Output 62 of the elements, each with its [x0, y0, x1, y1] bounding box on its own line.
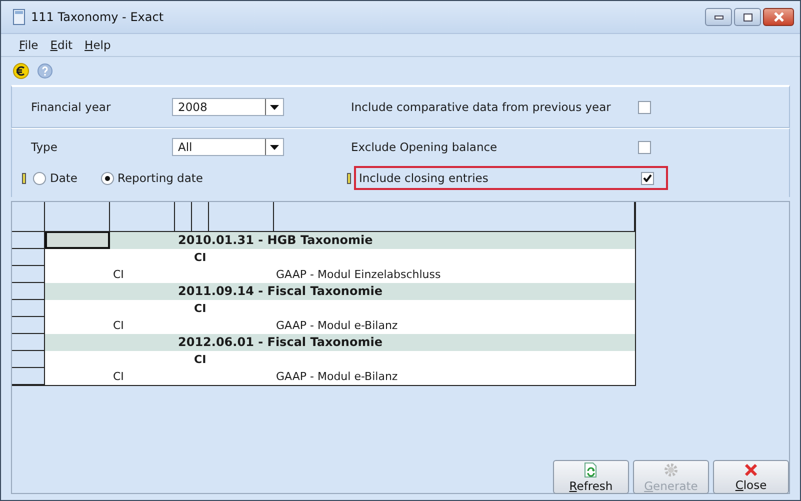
radio-option[interactable]: Date	[33, 171, 78, 185]
table-cell-text: CI	[112, 369, 125, 385]
focused-cell[interactable]	[45, 232, 110, 249]
column-header[interactable]	[209, 202, 274, 232]
row-header[interactable]	[12, 368, 45, 385]
menu-item[interactable]: Help	[78, 38, 117, 52]
table-cell-text: CI	[193, 352, 208, 368]
euro-icon[interactable]	[13, 63, 29, 79]
row-header[interactable]	[12, 283, 45, 300]
checkbox[interactable]	[638, 140, 651, 154]
maximize-button[interactable]	[734, 8, 761, 26]
row-header[interactable]	[12, 351, 45, 368]
type-dropdown[interactable]: All	[172, 138, 284, 156]
gear-icon	[663, 462, 679, 478]
radio-option[interactable]: Reporting date	[100, 171, 203, 185]
row-header[interactable]	[12, 249, 45, 266]
menu-item[interactable]: Edit	[44, 38, 79, 52]
minimize-icon	[714, 14, 724, 20]
checkbox[interactable]	[641, 172, 654, 184]
document-icon	[583, 462, 599, 478]
option-label: Exclude Opening balance	[351, 140, 498, 154]
table-cell-text: CI	[193, 301, 208, 317]
row-header[interactable]	[12, 266, 45, 283]
column-header[interactable]	[175, 202, 192, 232]
group-title: 2011.09.14 - Fiscal Taxonomie	[177, 283, 384, 300]
window-title: 111 Taxonomy - Exact	[31, 10, 165, 24]
column-header[interactable]	[192, 202, 209, 232]
group-title: 2010.01.31 - HGB Taxonomie	[177, 232, 374, 249]
option-label: Include comparative data from previous year	[351, 100, 612, 114]
help-icon[interactable]	[37, 63, 53, 79]
column-header[interactable]	[274, 202, 635, 232]
column-header[interactable]	[110, 202, 175, 232]
table-cell-text: CI	[112, 267, 125, 283]
table-cell-text: GAAP - Modul Einzelabschluss	[275, 267, 442, 283]
close-button[interactable]: Close	[713, 460, 789, 494]
maximize-icon	[742, 12, 752, 22]
close-button[interactable]	[763, 8, 794, 26]
marker-icon	[347, 172, 351, 184]
table-cell-text: CI	[193, 250, 208, 266]
row-header[interactable]	[12, 317, 45, 334]
table-cell-text: GAAP - Modul e-Bilanz	[275, 318, 399, 334]
table-cell-text: CI	[112, 318, 125, 334]
row-header[interactable]	[12, 232, 45, 249]
field-label: Financial year	[31, 100, 112, 114]
dropdown-arrow-icon	[270, 144, 279, 150]
menu-item[interactable]: File	[13, 38, 44, 52]
option-label: Include closing entries	[359, 171, 488, 185]
group-title: 2012.06.01 - Fiscal Taxonomie	[177, 334, 384, 351]
dropdown-arrow-icon	[270, 104, 279, 110]
column-header[interactable]	[45, 202, 110, 232]
checkbox[interactable]	[638, 100, 651, 114]
minimize-button[interactable]	[705, 8, 732, 26]
window-icon	[13, 9, 25, 25]
row-header[interactable]	[12, 334, 45, 351]
field-label: Type	[31, 140, 58, 154]
close-icon	[772, 12, 784, 22]
table-cell-text: GAAP - Modul e-Bilanz	[275, 369, 399, 385]
close-icon	[744, 462, 758, 476]
year-dropdown[interactable]: 2008	[172, 98, 284, 116]
row-header[interactable]	[12, 300, 45, 317]
refresh-button[interactable]: Refresh	[553, 460, 629, 494]
marker-icon	[22, 172, 26, 184]
